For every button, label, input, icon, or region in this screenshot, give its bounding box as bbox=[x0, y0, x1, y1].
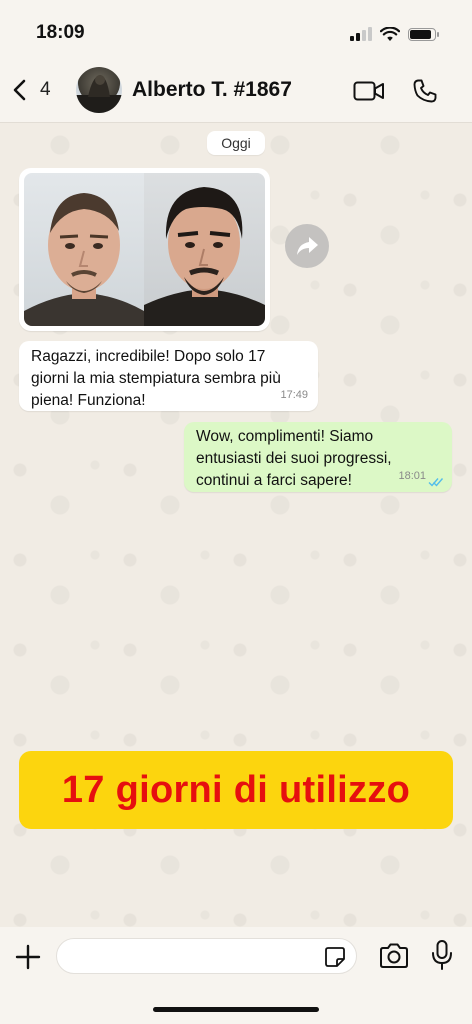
chat-header: 4 Alberto T. #1867 bbox=[0, 60, 472, 123]
camera-icon[interactable] bbox=[378, 941, 410, 971]
microphone-icon[interactable] bbox=[428, 939, 456, 971]
contact-name[interactable]: Alberto T. #1867 bbox=[132, 78, 292, 102]
plus-icon[interactable] bbox=[14, 943, 42, 971]
status-bar: 18:09 bbox=[0, 0, 472, 60]
forward-button[interactable] bbox=[285, 224, 329, 268]
forward-arrow-icon bbox=[297, 237, 318, 255]
promo-banner: 17 giorni di utilizzo bbox=[19, 751, 453, 829]
home-indicator bbox=[153, 1007, 319, 1012]
video-call-button[interactable] bbox=[352, 76, 386, 106]
battery-icon bbox=[408, 27, 439, 41]
after-photo[interactable] bbox=[144, 173, 265, 326]
image-message[interactable] bbox=[19, 168, 270, 331]
message-text: Ragazzi, incredibile! Dopo solo 17 giorn… bbox=[31, 348, 281, 409]
read-ticks-icon bbox=[428, 478, 444, 487]
incoming-message[interactable]: Ragazzi, incredibile! Dopo solo 17 giorn… bbox=[19, 341, 318, 411]
video-camera-icon bbox=[353, 81, 384, 101]
message-time: 18:01 bbox=[398, 470, 426, 482]
message-input-container[interactable] bbox=[56, 938, 357, 974]
message-time: 17:49 bbox=[280, 389, 308, 401]
voice-call-button[interactable] bbox=[408, 76, 442, 106]
battery-level bbox=[410, 29, 431, 39]
phone-icon bbox=[413, 79, 437, 103]
message-input[interactable] bbox=[71, 946, 315, 968]
status-time: 18:09 bbox=[36, 22, 85, 43]
status-icons bbox=[350, 24, 439, 44]
banner-text: 17 giorni di utilizzo bbox=[61, 768, 411, 811]
sticker-icon[interactable] bbox=[324, 946, 346, 968]
avatar[interactable] bbox=[76, 67, 122, 113]
unread-count[interactable]: 4 bbox=[40, 79, 51, 101]
outgoing-message[interactable]: Wow, complimenti! Siamo entusiasti dei s… bbox=[184, 422, 452, 492]
back-chevron-icon[interactable] bbox=[10, 78, 30, 102]
wifi-icon bbox=[380, 26, 400, 41]
signal-icon bbox=[350, 27, 372, 41]
before-photo[interactable] bbox=[24, 173, 144, 326]
date-separator: Oggi bbox=[207, 131, 265, 155]
